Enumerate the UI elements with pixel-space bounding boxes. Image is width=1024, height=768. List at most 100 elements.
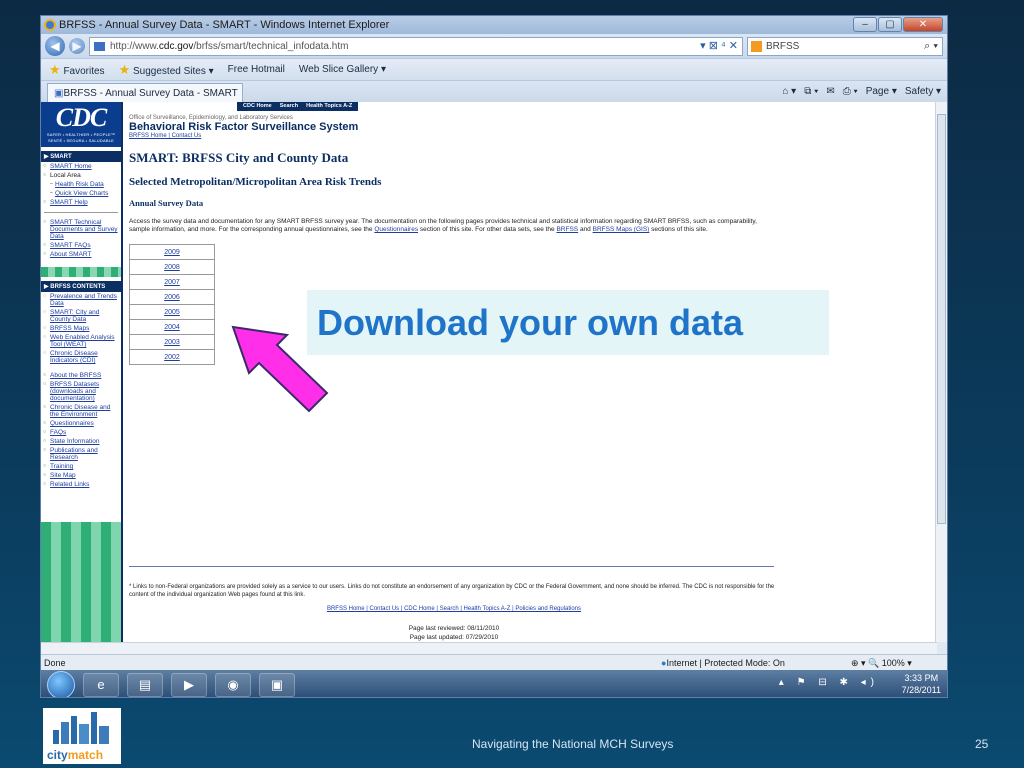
close-button[interactable]: ✕	[903, 17, 943, 32]
horizontal-scrollbar[interactable]	[41, 642, 937, 654]
search-provider: BRFSS	[766, 40, 800, 52]
pointer-arrow-icon	[231, 325, 329, 413]
health-topics-link[interactable]: Health Topics A-Z	[306, 102, 352, 111]
footer-links[interactable]: BRFSS Home | Contact Us | CDC Home | Sea…	[129, 606, 779, 612]
vertical-scrollbar[interactable]	[935, 102, 947, 642]
smart-nav-item[interactable]: SMART Technical Documents and Survey Dat…	[41, 218, 121, 241]
powerpoint-taskbar-icon[interactable]: ▣	[259, 672, 295, 697]
brfss-nav-item[interactable]: Site Map	[41, 471, 121, 480]
page-menu[interactable]: Page ▾	[866, 86, 897, 97]
table-row: 2003	[129, 334, 215, 350]
tab-row: BRFSS - Annual Survey Data - SMART ⌂ ▾ ⧉…	[41, 80, 947, 103]
security-zone[interactable]: Internet | Protected Mode: On	[661, 655, 784, 671]
brfss-nav-item[interactable]: Chronic Disease and the Environment	[41, 403, 121, 419]
feeds-icon[interactable]: ⧉ ▾	[804, 86, 818, 97]
smart-nav-item[interactable]: SMART Help	[41, 198, 121, 207]
web-slice-gallery-link[interactable]: Web Slice Gallery ▾	[299, 64, 386, 75]
brfss-nav-item[interactable]: Questionnaires	[41, 419, 121, 428]
table-row: 2007	[129, 274, 215, 290]
minimize-button[interactable]: –	[853, 17, 877, 32]
cdc-left-nav: CDC SAFER • HEALTHIER • PEOPLE™ SENTÉ • …	[41, 102, 123, 642]
year-link[interactable]: 2002	[129, 349, 215, 365]
address-bar[interactable]: http://www.cdc.gov/brfss/smart/technical…	[89, 36, 743, 56]
favorites-bar: ★ Favorites ★ Suggested Sites ▾ Free Hot…	[41, 58, 947, 80]
brfss-link[interactable]: BRFSS	[556, 226, 578, 233]
brfss-nav-item[interactable]: Publications and Research	[41, 446, 121, 462]
year-link[interactable]: 2009	[129, 244, 215, 260]
year-link[interactable]: 2006	[129, 289, 215, 305]
brfss-nav-item[interactable]: Related Links	[41, 480, 121, 489]
favorites-button[interactable]: ★ Favorites	[49, 62, 105, 78]
mail-icon[interactable]: ✉	[826, 86, 834, 97]
table-row: 2004	[129, 319, 215, 335]
address-tools[interactable]: ▾ ⊠ ⁴ ✕	[700, 38, 742, 55]
section-title: Annual Survey Data	[129, 198, 204, 208]
command-bar: ⌂ ▾ ⧉ ▾ ✉ ⎙ ▾ Page ▾ Safety ▾	[782, 86, 941, 97]
search-link[interactable]: Search	[280, 102, 298, 111]
smart-section-header: ▶ SMART	[41, 151, 121, 162]
questionnaires-link[interactable]: Questionnaires	[374, 226, 418, 233]
slide-number: 25	[975, 737, 989, 751]
smart-nav-item[interactable]: Health Risk Data	[41, 180, 121, 189]
app-taskbar-icon[interactable]: ◉	[215, 672, 251, 697]
year-link[interactable]: 2004	[129, 319, 215, 335]
tab-brfss[interactable]: BRFSS - Annual Survey Data - SMART	[47, 82, 243, 103]
print-icon[interactable]: ⎙ ▾	[843, 86, 858, 97]
ie-taskbar-icon[interactable]: e	[83, 672, 119, 697]
smart-nav-item[interactable]: SMART Home	[41, 162, 121, 171]
header-links[interactable]: BRFSS Home | Contact Us	[129, 133, 779, 139]
smart-nav-item[interactable]: Quick View Charts	[41, 189, 121, 198]
search-icon[interactable]: ⌕ ▾	[924, 38, 938, 55]
year-link[interactable]: 2008	[129, 259, 215, 275]
year-link[interactable]: 2005	[129, 304, 215, 320]
clock[interactable]: 3:33 PM 7/28/2011	[902, 672, 941, 696]
brfss-nav-item[interactable]: Prevalence and Trends Data	[41, 292, 121, 308]
address-row: ◀ ▶ http://www.cdc.gov/brfss/smart/techn…	[41, 34, 947, 58]
system-title[interactable]: Behavioral Risk Factor Surveillance Syst…	[129, 121, 779, 133]
window-title: BRFSS - Annual Survey Data - SMART - Win…	[59, 19, 390, 31]
home-icon[interactable]: ⌂ ▾	[782, 86, 796, 97]
search-box[interactable]: BRFSS ⌕ ▾	[747, 36, 943, 56]
cdc-home-link[interactable]: CDC Home	[243, 102, 272, 111]
smart-nav-item[interactable]: SMART FAQs	[41, 241, 121, 250]
logo-text: citymatch	[47, 748, 104, 762]
callout-box: Download your own data	[307, 290, 829, 355]
start-button[interactable]	[47, 670, 75, 697]
brfss-nav-item[interactable]: FAQs	[41, 428, 121, 437]
suggested-sites-link[interactable]: ★ Suggested Sites ▾	[119, 62, 214, 78]
scroll-thumb[interactable]	[937, 114, 946, 524]
brfss-nav-item[interactable]: BRFSS Maps	[41, 324, 121, 333]
table-row: 2009	[129, 244, 215, 260]
zoom-control[interactable]: ⊕ ▾ 🔍 100% ▾	[851, 655, 912, 671]
page-icon	[94, 41, 105, 51]
ie-icon	[44, 19, 56, 31]
brfss-nav-item[interactable]: About the BRFSS	[41, 371, 121, 380]
smart-nav-item[interactable]: About SMART	[41, 250, 121, 259]
media-player-taskbar-icon[interactable]: ▶	[171, 672, 207, 697]
url-text: http://www.cdc.gov/brfss/smart/technical…	[110, 40, 349, 52]
safety-menu[interactable]: Safety ▾	[905, 86, 941, 97]
cdc-logo[interactable]: CDC SAFER • HEALTHIER • PEOPLE™ SENTÉ • …	[41, 102, 121, 147]
brfss-nav-item[interactable]: BRFSS Datasets (downloads and documentat…	[41, 380, 121, 403]
citymatch-logo: citymatch	[43, 708, 121, 764]
decorative-stripes-bottom	[41, 522, 121, 642]
page-viewport: CDC SAFER • HEALTHIER • PEOPLE™ SENTÉ • …	[41, 102, 937, 642]
brfss-maps-link[interactable]: BRFSS Maps (GIS)	[593, 226, 650, 233]
browser-window: BRFSS - Annual Survey Data - SMART - Win…	[40, 15, 948, 698]
brfss-nav-item[interactable]: SMART: City and County Data	[41, 308, 121, 324]
back-button[interactable]: ◀	[45, 36, 65, 56]
free-hotmail-link[interactable]: Free Hotmail	[228, 64, 285, 75]
table-row: 2005	[129, 304, 215, 320]
brfss-nav-item[interactable]: Training	[41, 462, 121, 471]
explorer-taskbar-icon[interactable]: ▤	[127, 672, 163, 697]
maximize-button[interactable]: ▢	[878, 17, 902, 32]
cdc-top-bar: CDC Home Search Health Topics A-Z	[125, 102, 937, 116]
year-link[interactable]: 2007	[129, 274, 215, 290]
brfss-nav-item[interactable]: Web Enabled Analysis Tool (WEAT)	[41, 333, 121, 349]
brfss-nav-item[interactable]: Chronic Disease Indicators (CDI)	[41, 349, 121, 365]
year-link[interactable]: 2003	[129, 334, 215, 350]
forward-button[interactable]: ▶	[69, 38, 85, 54]
brfss-nav-item[interactable]: State Information	[41, 437, 121, 446]
status-bar: Done Internet | Protected Mode: On ⊕ ▾ 🔍…	[41, 654, 947, 671]
tray-icons[interactable]: ▴ ⚑ ⊟ ✱ ◂)	[779, 677, 879, 688]
